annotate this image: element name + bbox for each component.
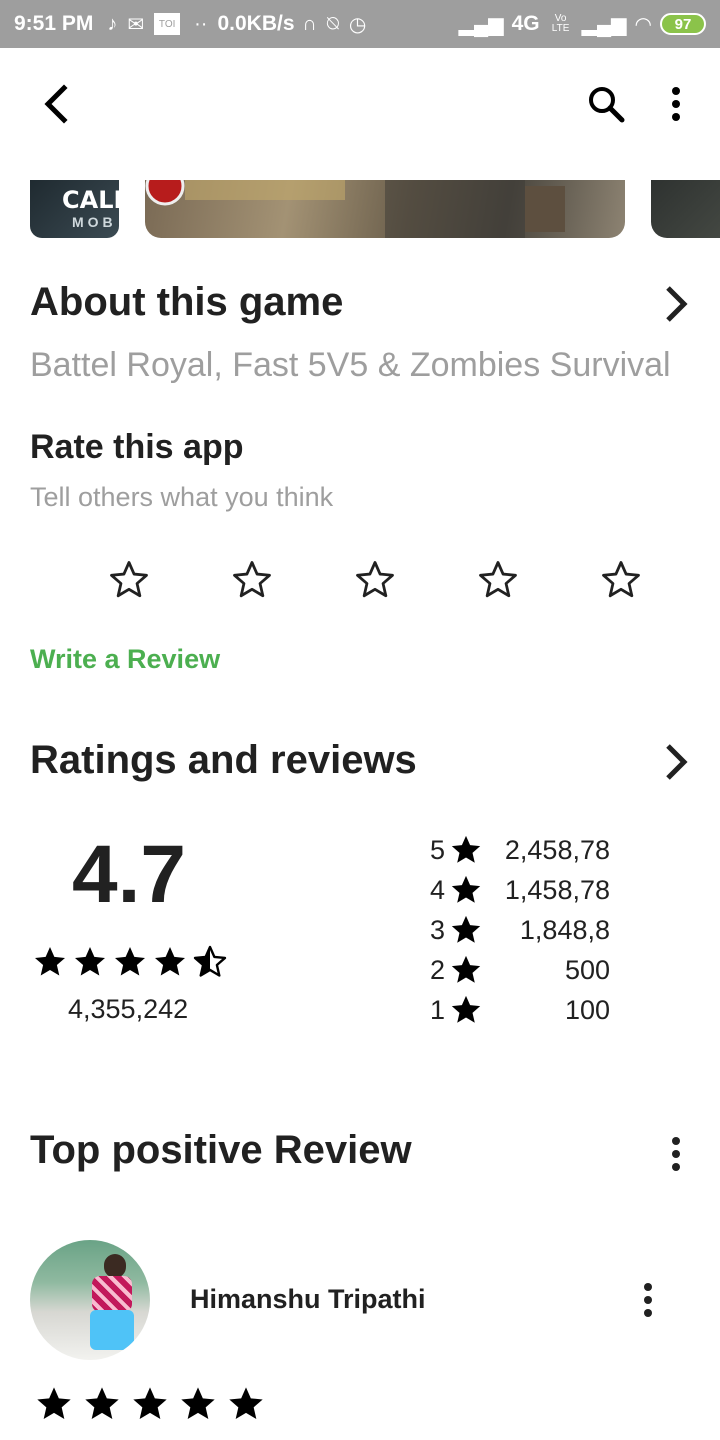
- distribution-row-4: 4 1,458,78: [430, 870, 630, 910]
- rate-star-4-button[interactable]: [474, 556, 522, 604]
- top-review-more-button[interactable]: [652, 1130, 700, 1178]
- rate-star-row: [0, 556, 720, 604]
- review-rating-stars: [34, 1384, 266, 1424]
- distribution-row-2: 2 500: [430, 950, 630, 990]
- alarm-icon: ◷: [348, 13, 367, 36]
- star-half-icon: [193, 945, 227, 977]
- star-outline-icon: [479, 561, 517, 598]
- screenshot-thumbnail[interactable]: [145, 180, 625, 238]
- star-filled-icon: [75, 947, 105, 976]
- star-filled-icon: [448, 952, 484, 988]
- back-arrow-icon: [44, 84, 68, 124]
- star-filled-icon: [155, 947, 185, 976]
- search-icon: [589, 87, 625, 123]
- distribution-count: 1,848,8: [519, 914, 610, 945]
- distribution-row-3: 3 1,848,8: [430, 910, 630, 950]
- star-outline-icon: [356, 561, 394, 598]
- chevron-right-icon: [666, 286, 688, 322]
- distribution-star-label: 1: [430, 994, 446, 1025]
- star-outline-icon: [233, 561, 271, 598]
- screenshot-thumbnail[interactable]: [651, 180, 720, 238]
- ratings-expand-button[interactable]: [650, 736, 702, 788]
- chevron-right-icon: [666, 744, 688, 780]
- rate-star-1-button[interactable]: [105, 556, 153, 604]
- reviewer-name: Himanshu Tripathi: [190, 1284, 426, 1314]
- average-rating: 4.7: [72, 829, 186, 920]
- battery-indicator: 97: [660, 13, 706, 35]
- signal-icon-2: ▂▄▆: [581, 13, 627, 36]
- distribution-star-label: 5: [430, 834, 446, 865]
- status-time: 9:51 PM: [14, 12, 94, 35]
- about-section-title[interactable]: About this game: [30, 280, 343, 325]
- star-filled-icon: [448, 912, 484, 948]
- network-type: 4G: [511, 12, 540, 35]
- rate-star-3-button[interactable]: [351, 556, 399, 604]
- write-review-link[interactable]: Write a Review: [30, 644, 220, 675]
- search-button[interactable]: [582, 80, 630, 128]
- average-rating-stars: [32, 944, 228, 984]
- distribution-count: 2,458,78: [504, 834, 610, 865]
- star-filled-icon: [35, 947, 65, 976]
- more-vert-icon: [672, 1137, 680, 1171]
- network-speed: 0.0KB/s: [217, 12, 295, 35]
- back-button[interactable]: [32, 80, 80, 128]
- rate-app-subtitle: Tell others what you think: [30, 482, 334, 512]
- star-filled-icon: [229, 1387, 263, 1419]
- game-logo-subtext: MOB: [72, 214, 117, 230]
- status-bar: 9:51 PM ♪ ✉ TOI ·· 0.0KB/s ∩ ⍉ ◷ ▂▄▆ 4G …: [0, 0, 720, 48]
- screenshot-art: [145, 180, 565, 238]
- screenshot-thumbnail[interactable]: CALL MOB: [30, 180, 119, 238]
- top-review-title: Top positive Review: [30, 1128, 412, 1172]
- distribution-row-1: 1 100: [430, 990, 630, 1030]
- screenshot-carousel[interactable]: CALL MOB: [0, 180, 720, 238]
- star-outline-icon: [602, 561, 640, 598]
- distribution-count: 100: [564, 994, 610, 1025]
- more-options-button[interactable]: [652, 80, 700, 128]
- more-notifications-icon: ··: [194, 12, 208, 35]
- volte-badge: Vo LTE: [551, 13, 570, 34]
- rating-distribution: 5 2,458,78 4 1,458,78 3 1,848,8 2 500 1 …: [430, 830, 630, 1030]
- distribution-star-label: 3: [430, 914, 446, 945]
- star-filled-icon: [181, 1387, 215, 1419]
- star-filled-icon: [448, 832, 484, 868]
- star-filled-icon: [448, 872, 484, 908]
- distribution-row-5: 5 2,458,78: [430, 830, 630, 870]
- total-ratings-count: 4,355,242: [68, 994, 189, 1024]
- ratings-section-title[interactable]: Ratings and reviews: [30, 738, 417, 783]
- star-outline-icon: [110, 561, 148, 598]
- distribution-count: 500: [564, 954, 610, 985]
- star-filled-icon: [115, 947, 145, 976]
- headset-icon: ∩: [302, 12, 317, 35]
- reviewer-avatar[interactable]: [30, 1240, 150, 1360]
- more-vert-icon: [672, 87, 680, 121]
- rate-star-5-button[interactable]: [597, 556, 645, 604]
- game-description: Battel Royal, Fast 5V5 & Zombies Surviva…: [30, 346, 671, 384]
- signal-icon: ▂▄▆: [458, 13, 504, 36]
- game-logo-text: CALL: [62, 186, 119, 214]
- tiktok-notification-icon: ♪: [107, 12, 118, 35]
- about-expand-button[interactable]: [650, 278, 702, 330]
- distribution-star-label: 4: [430, 874, 446, 905]
- more-vert-icon: [644, 1283, 652, 1317]
- review-item-more-button[interactable]: [624, 1276, 672, 1324]
- rate-app-title: Rate this app: [30, 428, 244, 466]
- bell-off-icon: ⍉: [326, 12, 339, 35]
- distribution-count: 1,458,78: [504, 874, 610, 905]
- gmail-notification-icon: ✉: [127, 13, 145, 36]
- star-filled-icon: [85, 1387, 119, 1419]
- app-toolbar: [0, 48, 720, 160]
- star-filled-icon: [448, 992, 484, 1028]
- wifi-icon: ◠: [634, 13, 652, 36]
- star-filled-icon: [37, 1387, 71, 1419]
- star-filled-icon: [133, 1387, 167, 1419]
- rate-star-2-button[interactable]: [228, 556, 276, 604]
- toi-notification-icon: TOI: [154, 13, 181, 35]
- distribution-star-label: 2: [430, 954, 446, 985]
